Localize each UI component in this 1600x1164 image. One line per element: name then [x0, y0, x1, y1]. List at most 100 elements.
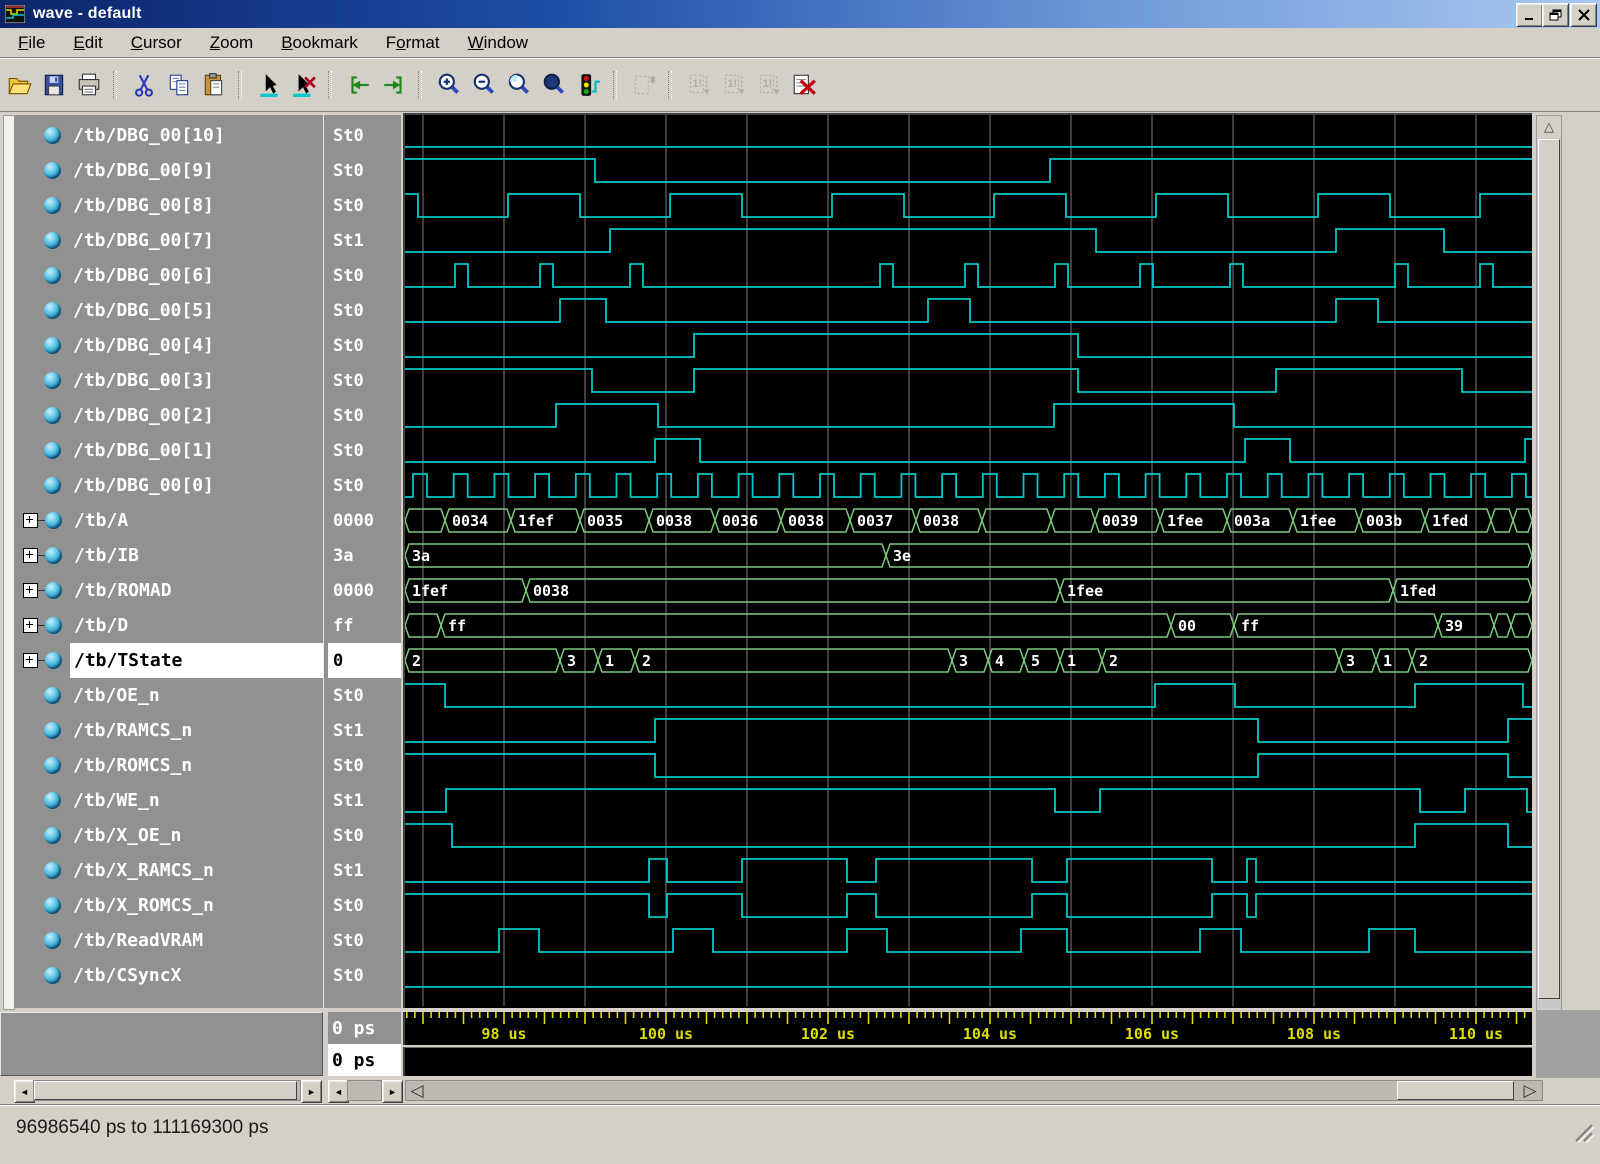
- values-scroll-left-button[interactable]: ◄: [328, 1080, 349, 1103]
- signal-name-cell[interactable]: /tb/TState: [70, 643, 323, 678]
- open-button[interactable]: [3, 69, 35, 101]
- signal-name-cell[interactable]: /tb/RAMCS_n: [69, 713, 323, 748]
- selected-cursor-time-cell[interactable]: 0 ps: [328, 1044, 401, 1076]
- zoom-full-button[interactable]: [538, 69, 570, 101]
- print-button[interactable]: [73, 69, 105, 101]
- signal-value-cell[interactable]: St0: [328, 258, 401, 293]
- signal-name-cell[interactable]: /tb/DBG_00[2]: [69, 398, 323, 433]
- wave-scrollbar-thumb[interactable]: [1397, 1081, 1514, 1100]
- expand-button[interactable]: [23, 618, 38, 633]
- signal-value-cell[interactable]: ff: [328, 608, 401, 643]
- signal-row[interactable]: /tb/WE_n: [14, 783, 323, 818]
- scroll-up-icon[interactable]: △: [1537, 116, 1561, 138]
- signal-value-cell[interactable]: St0: [328, 363, 401, 398]
- menu-file[interactable]: File: [8, 30, 55, 56]
- signal-name-cell[interactable]: /tb/ROMAD: [70, 573, 323, 608]
- wave-scrollbar-trough[interactable]: [405, 1080, 1543, 1101]
- signal-row[interactable]: /tb/IB: [14, 538, 323, 573]
- signal-row[interactable]: /tb/DBG_00[10]: [14, 118, 323, 153]
- signal-name-cell[interactable]: /tb/DBG_00[4]: [69, 328, 323, 363]
- signal-value-cell[interactable]: St1: [328, 853, 401, 888]
- signal-row[interactable]: /tb/CSyncX: [14, 958, 323, 993]
- menu-edit[interactable]: Edit: [63, 30, 112, 56]
- signal-value-cell[interactable]: 3a: [328, 538, 401, 573]
- signal-name-cell[interactable]: /tb/X_RAMCS_n: [69, 853, 323, 888]
- names-scrollbar-thumb[interactable]: [34, 1081, 297, 1100]
- copy-button[interactable]: [163, 69, 195, 101]
- signal-value-cell[interactable]: St1: [328, 223, 401, 258]
- values-scrollbar-trough[interactable]: [347, 1080, 382, 1101]
- signal-row[interactable]: /tb/X_ROMCS_n: [14, 888, 323, 923]
- find-previous-transition-button[interactable]: [343, 69, 375, 101]
- expand-button[interactable]: [23, 513, 38, 528]
- signal-row[interactable]: /tb/D: [14, 608, 323, 643]
- signal-value-panel[interactable]: St0St0St0St1St0St0St0St0St0St0St000003a0…: [328, 115, 401, 1008]
- save-button[interactable]: [38, 69, 70, 101]
- zoom-out-button[interactable]: [468, 69, 500, 101]
- signal-value-cell[interactable]: St0: [328, 923, 401, 958]
- menu-format[interactable]: Format: [376, 30, 450, 56]
- waveform-canvas[interactable]: 00341fef00350038003600380037003800391fee…: [403, 113, 1532, 1008]
- signal-row[interactable]: /tb/X_OE_n: [14, 818, 323, 853]
- zoom-in-button[interactable]: [433, 69, 465, 101]
- add-cursor-button[interactable]: [253, 69, 285, 101]
- menu-window[interactable]: Window: [458, 30, 538, 56]
- signal-name-cell[interactable]: /tb/DBG_00[6]: [69, 258, 323, 293]
- expand-button[interactable]: [23, 548, 38, 563]
- time-ruler[interactable]: 98 us100 us102 us104 us106 us108 us110 u…: [403, 1012, 1532, 1045]
- signal-row[interactable]: /tb/DBG_00[2]: [14, 398, 323, 433]
- names-scroll-left-button[interactable]: ◄: [14, 1080, 35, 1103]
- signal-name-panel[interactable]: /tb/DBG_00[10]/tb/DBG_00[9]/tb/DBG_00[8]…: [14, 115, 323, 1008]
- signal-row[interactable]: /tb/DBG_00[9]: [14, 153, 323, 188]
- signal-name-cell[interactable]: /tb/A: [70, 503, 323, 538]
- signal-value-cell[interactable]: St0: [328, 398, 401, 433]
- signal-row[interactable]: /tb/DBG_00[3]: [14, 363, 323, 398]
- signal-value-cell[interactable]: St0: [328, 328, 401, 363]
- signal-row[interactable]: /tb/DBG_00[8]: [14, 188, 323, 223]
- stop-simulation-button[interactable]: [573, 69, 605, 101]
- signal-value-cell[interactable]: St1: [328, 783, 401, 818]
- signal-value-cell[interactable]: 0000: [328, 503, 401, 538]
- signal-value-cell[interactable]: St0: [328, 118, 401, 153]
- cut-button[interactable]: [128, 69, 160, 101]
- signal-row[interactable]: /tb/DBG_00[4]: [14, 328, 323, 363]
- signal-name-cell[interactable]: /tb/DBG_00[9]: [69, 153, 323, 188]
- signal-value-cell[interactable]: St0: [328, 468, 401, 503]
- menu-zoom[interactable]: Zoom: [200, 30, 263, 56]
- signal-row[interactable]: /tb/ROMCS_n: [14, 748, 323, 783]
- signal-row[interactable]: /tb/DBG_00[0]: [14, 468, 323, 503]
- signal-name-cell[interactable]: /tb/D: [70, 608, 323, 643]
- zoom-range-button[interactable]: [503, 69, 535, 101]
- signal-row[interactable]: /tb/DBG_00[1]: [14, 433, 323, 468]
- title-bar[interactable]: wave - default: [0, 0, 1600, 28]
- signal-value-cell[interactable]: 0000: [328, 573, 401, 608]
- signal-name-cell[interactable]: /tb/X_OE_n: [69, 818, 323, 853]
- signal-row[interactable]: /tb/RAMCS_n: [14, 713, 323, 748]
- wave-scroll-right-icon[interactable]: ▷: [1519, 1080, 1541, 1101]
- signal-name-cell[interactable]: /tb/CSyncX: [69, 958, 323, 993]
- signal-value-cell[interactable]: St0: [328, 153, 401, 188]
- signal-name-cell[interactable]: /tb/DBG_00[8]: [69, 188, 323, 223]
- signal-value-cell[interactable]: St1: [328, 713, 401, 748]
- signal-value-cell[interactable]: St0: [328, 678, 401, 713]
- signal-name-cell[interactable]: /tb/WE_n: [69, 783, 323, 818]
- expand-button[interactable]: [23, 653, 38, 668]
- signal-row[interactable]: /tb/X_RAMCS_n: [14, 853, 323, 888]
- signal-value-cell[interactable]: St0: [328, 748, 401, 783]
- signal-name-cell[interactable]: /tb/DBG_00[1]: [69, 433, 323, 468]
- signal-value-cell[interactable]: 0: [328, 643, 401, 678]
- signal-name-cell[interactable]: /tb/IB: [70, 538, 323, 573]
- menu-bookmark[interactable]: Bookmark: [271, 30, 368, 56]
- signal-name-cell[interactable]: /tb/ReadVRAM: [69, 923, 323, 958]
- signal-name-cell[interactable]: /tb/DBG_00[3]: [69, 363, 323, 398]
- values-scroll-right-button[interactable]: ►: [382, 1080, 403, 1103]
- signal-value-cell[interactable]: St0: [328, 958, 401, 993]
- signal-name-cell[interactable]: /tb/DBG_00[5]: [69, 293, 323, 328]
- signal-value-cell[interactable]: St0: [328, 818, 401, 853]
- signal-name-cell[interactable]: /tb/DBG_00[7]: [69, 223, 323, 258]
- signal-row[interactable]: /tb/DBG_00[5]: [14, 293, 323, 328]
- paste-button[interactable]: [198, 69, 230, 101]
- signal-value-cell[interactable]: St0: [328, 433, 401, 468]
- names-scroll-right-button[interactable]: ►: [301, 1080, 322, 1103]
- vertical-scrollbar[interactable]: △ ▽: [1536, 115, 1562, 1032]
